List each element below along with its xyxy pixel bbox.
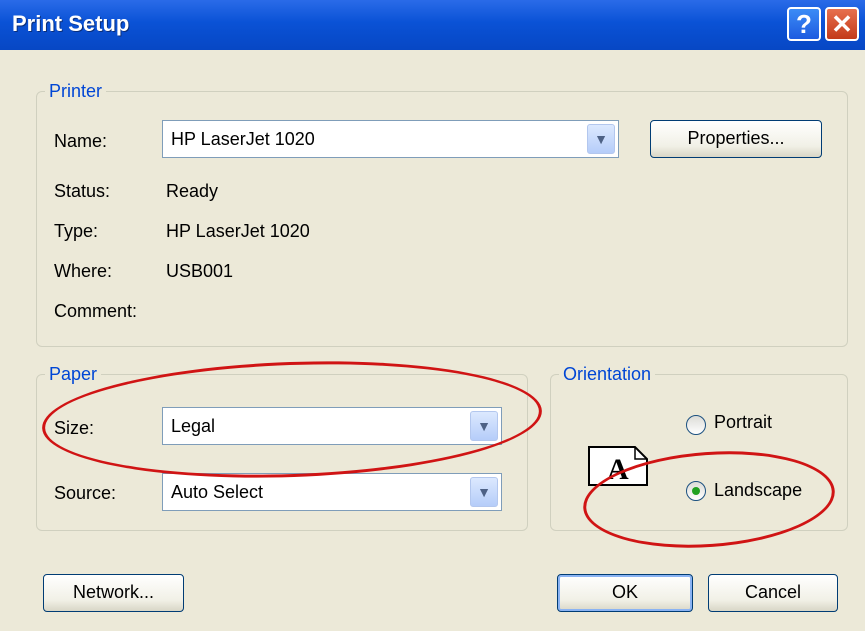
printer-group-legend: Printer — [49, 81, 103, 101]
paper-source-dropdown[interactable]: Auto Select ▼ — [162, 473, 502, 511]
portrait-radio[interactable] — [686, 415, 706, 435]
properties-button[interactable]: Properties... — [650, 120, 822, 158]
printer-name-value: HP LaserJet 1020 — [171, 129, 315, 149]
cancel-button[interactable]: Cancel — [708, 574, 838, 612]
size-label: Size: — [54, 418, 95, 438]
where-value: USB001 — [166, 261, 234, 281]
network-button[interactable]: Network... — [43, 574, 184, 612]
name-label: Name: — [54, 131, 108, 151]
chevron-down-icon[interactable]: ▼ — [470, 411, 498, 441]
title-bar: Print Setup ? ✕ — [0, 0, 865, 50]
preview-letter: A — [607, 453, 629, 486]
orientation-group-legend: Orientation — [563, 364, 652, 384]
chevron-down-icon[interactable]: ▼ — [587, 124, 615, 154]
portrait-label[interactable]: Portrait — [714, 412, 772, 433]
type-label: Type: — [54, 221, 99, 241]
landscape-preview-icon: A — [587, 445, 649, 487]
chevron-down-icon[interactable]: ▼ — [470, 477, 498, 507]
paper-group-legend: Paper — [49, 364, 98, 384]
where-label: Where: — [54, 261, 113, 281]
help-button[interactable]: ? — [787, 7, 821, 41]
status-label: Status: — [54, 181, 111, 201]
paper-source-value: Auto Select — [171, 482, 264, 502]
type-value: HP LaserJet 1020 — [166, 221, 310, 241]
printer-name-dropdown[interactable]: HP LaserJet 1020 ▼ — [162, 120, 619, 158]
dialog-body: Printer Name: HP LaserJet 1020 ▼ Propert… — [0, 50, 865, 631]
source-label: Source: — [54, 483, 117, 503]
status-value: Ready — [166, 181, 219, 201]
landscape-label[interactable]: Landscape — [714, 480, 802, 501]
landscape-radio[interactable] — [686, 481, 706, 501]
paper-size-dropdown[interactable]: Legal ▼ — [162, 407, 502, 445]
comment-label: Comment: — [54, 301, 138, 321]
ok-button[interactable]: OK — [557, 574, 693, 612]
paper-size-value: Legal — [171, 416, 216, 436]
radio-selected-dot — [692, 487, 700, 495]
window-title: Print Setup — [12, 11, 130, 36]
close-button[interactable]: ✕ — [825, 7, 859, 41]
